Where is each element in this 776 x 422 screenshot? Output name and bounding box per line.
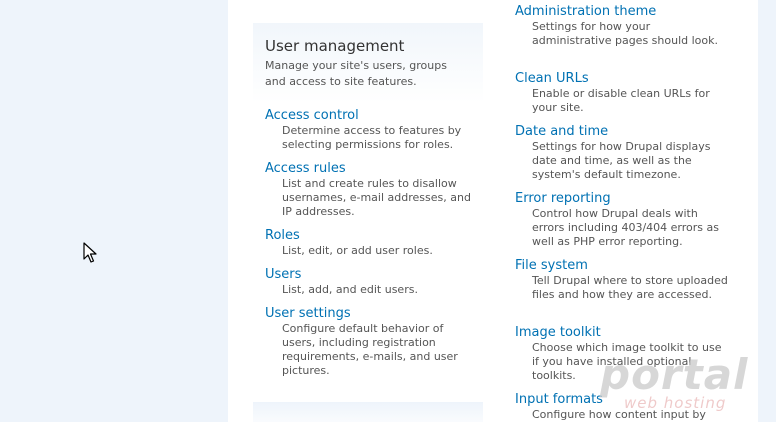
- portal-watermark-logo: portal web hosting: [600, 352, 750, 414]
- admin-item-roles: Roles List, edit, or add user roles.: [265, 228, 477, 258]
- roles-link[interactable]: Roles: [265, 228, 477, 244]
- roles-description: List, edit, or add user roles.: [282, 244, 433, 257]
- access-control-link[interactable]: Access control: [265, 108, 477, 124]
- admin-item-file-system: File system Tell Drupal where to store u…: [515, 258, 728, 302]
- administration-theme-description: Settings for how your administrative pag…: [532, 20, 718, 47]
- image-toolkit-link[interactable]: Image toolkit: [515, 325, 728, 341]
- admin-item-user-settings: User settings Configure default behavior…: [265, 306, 477, 378]
- error-reporting-link[interactable]: Error reporting: [515, 191, 728, 207]
- user-settings-description: Configure default behavior of users, inc…: [282, 322, 458, 377]
- administration-theme-link[interactable]: Administration theme: [515, 4, 728, 20]
- block-description: Manage your site's users, groups and acc…: [265, 59, 447, 88]
- mouse-cursor-icon: [83, 242, 97, 263]
- users-link[interactable]: Users: [265, 267, 477, 283]
- access-rules-description: List and create rules to disallow userna…: [282, 177, 471, 218]
- clean-urls-link[interactable]: Clean URLs: [515, 71, 728, 87]
- admin-item-administration-theme: Administration theme Settings for how yo…: [515, 4, 728, 48]
- date-and-time-description: Settings for how Drupal displays date an…: [532, 140, 711, 181]
- block-title: User management: [265, 37, 405, 55]
- admin-page: User management Manage your site's users…: [0, 0, 776, 422]
- file-system-description: Tell Drupal where to store uploaded file…: [532, 274, 728, 301]
- admin-item-users: Users List, add, and edit users.: [265, 267, 477, 297]
- access-rules-link[interactable]: Access rules: [265, 161, 477, 177]
- error-reporting-description: Control how Drupal deals with errors inc…: [532, 207, 719, 248]
- user-settings-link[interactable]: User settings: [265, 306, 477, 322]
- admin-item-access-rules: Access rules List and create rules to di…: [265, 161, 477, 219]
- watermark-subtitle: web hosting: [624, 394, 727, 412]
- file-system-link[interactable]: File system: [515, 258, 728, 274]
- admin-item-access-control: Access control Determine access to featu…: [265, 108, 477, 152]
- admin-item-date-and-time: Date and time Settings for how Drupal di…: [515, 124, 728, 182]
- admin-item-clean-urls: Clean URLs Enable or disable clean URLs …: [515, 71, 728, 115]
- date-and-time-link[interactable]: Date and time: [515, 124, 728, 140]
- clean-urls-description: Enable or disable clean URLs for your si…: [532, 87, 710, 114]
- users-description: List, add, and edit users.: [282, 283, 418, 296]
- next-block-header: [253, 402, 483, 422]
- watermark-word: portal: [600, 350, 749, 399]
- right-margin: [758, 0, 776, 422]
- access-control-description: Determine access to features by selectin…: [282, 124, 462, 151]
- admin-item-error-reporting: Error reporting Control how Drupal deals…: [515, 191, 728, 249]
